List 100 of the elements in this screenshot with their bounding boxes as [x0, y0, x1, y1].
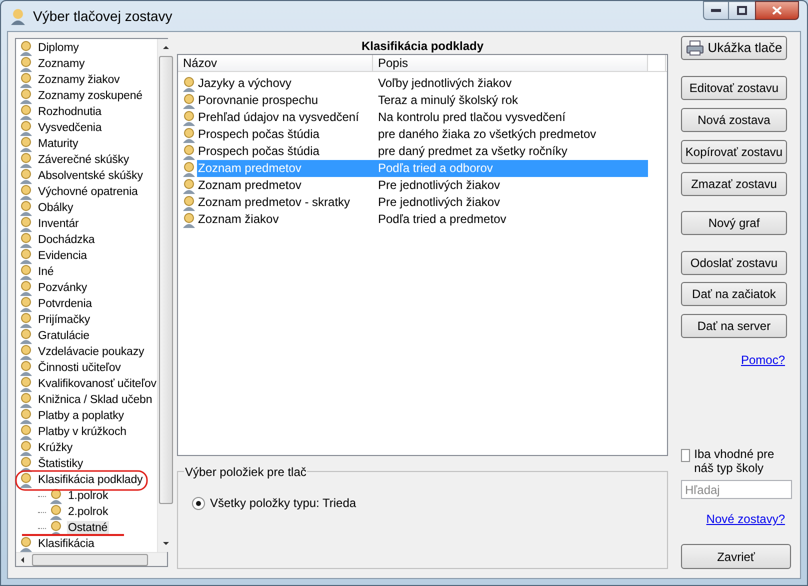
tree-item[interactable]: Záverečné skúšky — [37, 152, 130, 168]
folder-person-icon — [18, 88, 34, 104]
person-icon — [181, 76, 197, 92]
folder-person-icon — [18, 120, 34, 136]
person-icon — [181, 194, 197, 210]
tree-item[interactable]: Prijímačky — [37, 312, 92, 328]
tree-item[interactable]: Vysvedčenia — [37, 120, 103, 136]
tree-item[interactable]: Vzdelávacie poukazy — [37, 344, 146, 360]
folder-person-icon — [18, 56, 34, 72]
minimize-icon — [711, 9, 721, 12]
tree-item[interactable]: Štatistiky — [37, 456, 84, 472]
maximize-button[interactable] — [729, 1, 755, 20]
tree-item[interactable]: Zoznamy zoskupené — [37, 88, 144, 104]
folder-person-icon — [18, 40, 34, 56]
folder-person-icon — [18, 232, 34, 248]
search-field[interactable]: Hľadaj — [681, 480, 792, 499]
folder-person-icon — [18, 296, 34, 312]
vertical-scrollbar[interactable] — [157, 39, 174, 552]
tree-item[interactable]: Dochádzka — [37, 232, 96, 248]
tree-item[interactable]: Činnosti učiteľov — [37, 360, 122, 376]
folder-person-icon — [18, 408, 34, 424]
tree-item[interactable]: Maturity — [37, 136, 80, 152]
tree-item[interactable]: Rozhodnutia — [37, 104, 102, 120]
tree-item[interactable]: Obálky — [37, 200, 74, 216]
folder-person-icon — [18, 456, 34, 472]
list-row-description[interactable]: Pre jednotlivých žiakov — [373, 194, 648, 211]
action-button[interactable]: Zmazať zostavu — [681, 172, 787, 196]
tree-item[interactable]: 2.polrok — [67, 504, 110, 520]
print-preview-button[interactable]: Ukážka tlače — [681, 36, 787, 60]
list-row-name[interactable]: Prospech počas štúdia — [197, 126, 373, 143]
tree-item[interactable]: Klasifikácia — [37, 536, 96, 552]
action-button[interactable]: Kopírovať zostavu — [681, 140, 787, 164]
tree-item[interactable]: Diplomy — [37, 40, 80, 56]
folder-person-icon — [18, 216, 34, 232]
tree-item[interactable]: Platby a poplatky — [37, 408, 125, 424]
tree-item[interactable]: Zoznamy žiakov — [37, 72, 121, 88]
column-header[interactable]: Názov — [178, 55, 373, 71]
close-icon — [772, 6, 782, 15]
tree-item[interactable]: Výchovné opatrenia — [37, 184, 139, 200]
radio-button[interactable] — [192, 496, 205, 510]
close-window-button[interactable] — [755, 1, 799, 20]
tree-item[interactable]: Kvalifikovanosť učiteľov — [37, 376, 158, 392]
folder-person-icon — [18, 312, 34, 328]
action-button[interactable]: Dať na server — [681, 314, 787, 338]
list-row-description[interactable]: Pre jednotlivých žiakov — [373, 177, 648, 194]
folder-person-icon — [18, 72, 34, 88]
list-row-name[interactable]: Zoznam žiakov — [197, 211, 373, 228]
new-reports-link[interactable]: Nové zostavy? — [706, 510, 785, 528]
action-button[interactable]: Editovať zostavu — [681, 76, 787, 100]
column-header[interactable]: Popis — [373, 55, 648, 71]
tree-item[interactable]: Evidencia — [37, 248, 88, 264]
action-button[interactable]: Odoslať zostavu — [681, 251, 787, 275]
list-row-description[interactable]: pre daného žiaka zo všetkých predmetov — [373, 126, 648, 143]
folder-person-icon — [48, 504, 64, 520]
tree-item[interactable]: Potvrdenia — [37, 296, 93, 312]
tree-item[interactable]: Inventár — [37, 216, 80, 232]
folder-person-icon — [18, 328, 34, 344]
action-button[interactable]: Dať na začiatok — [681, 282, 787, 306]
list-row-description[interactable]: Voľby jednotlivých žiakov — [373, 75, 648, 92]
tree-item[interactable]: Ostatné — [67, 520, 109, 536]
action-button[interactable]: Nová zostava — [681, 108, 787, 132]
tree-item[interactable]: Absolventské skúšky — [37, 168, 144, 184]
list-row-name[interactable]: Prospech počas štúdia — [197, 143, 373, 160]
maximize-icon — [737, 6, 747, 15]
printer-icon — [686, 40, 704, 56]
list-row-description[interactable]: pre daný predmet za všetky ročníky — [373, 143, 648, 160]
tree-item[interactable]: Krúžky — [37, 440, 74, 456]
app-icon — [9, 7, 27, 25]
folder-person-icon — [18, 360, 34, 376]
minimize-button[interactable] — [703, 1, 729, 20]
tree-item[interactable]: Pozvánky — [37, 280, 88, 296]
tree-item[interactable]: Zoznamy — [37, 56, 86, 72]
help-link[interactable]: Pomoc? — [740, 351, 785, 369]
person-icon — [181, 160, 197, 176]
tree-item[interactable]: Gratulácie — [37, 328, 90, 344]
list-row-name[interactable]: Prehľad údajov na vysvedčení — [197, 109, 373, 126]
list-row-name[interactable]: Porovnanie prospechu — [197, 92, 373, 109]
folder-person-icon — [18, 200, 34, 216]
list-row-description[interactable]: Teraz a minulý školský rok — [373, 92, 648, 109]
scrollbar-thumb[interactable] — [32, 554, 148, 566]
folder-person-icon — [18, 168, 34, 184]
list-row-description[interactable]: Podľa tried a predmetov — [373, 211, 648, 228]
action-button[interactable]: Nový graf — [681, 211, 787, 235]
folder-person-icon — [18, 472, 34, 488]
tree-item[interactable]: Iné — [37, 264, 55, 280]
filter-checkbox[interactable] — [681, 449, 690, 462]
tree-item[interactable]: 1.polrok — [67, 488, 110, 504]
scrollbar-thumb[interactable] — [158, 56, 173, 504]
folder-person-icon — [18, 536, 34, 552]
list-row-name[interactable]: Jazyky a výchovy — [197, 75, 373, 92]
list-row-name[interactable]: Zoznam predmetov - skratky — [197, 194, 373, 211]
folder-person-icon — [18, 184, 34, 200]
list-row-name[interactable]: Zoznam predmetov — [197, 177, 373, 194]
close-button[interactable]: Zavrieť — [681, 544, 791, 569]
tree-item[interactable]: Platby v krúžkoch — [37, 424, 128, 440]
list-row-description[interactable]: Na kontrolu pred tlačou vysvedčení — [373, 109, 648, 126]
horizontal-scrollbar[interactable] — [16, 552, 167, 566]
folder-person-icon — [18, 440, 34, 456]
list-title: Klasifikácia podklady — [360, 38, 485, 54]
tree-item[interactable]: Knižnica / Sklad učebn — [37, 392, 154, 408]
